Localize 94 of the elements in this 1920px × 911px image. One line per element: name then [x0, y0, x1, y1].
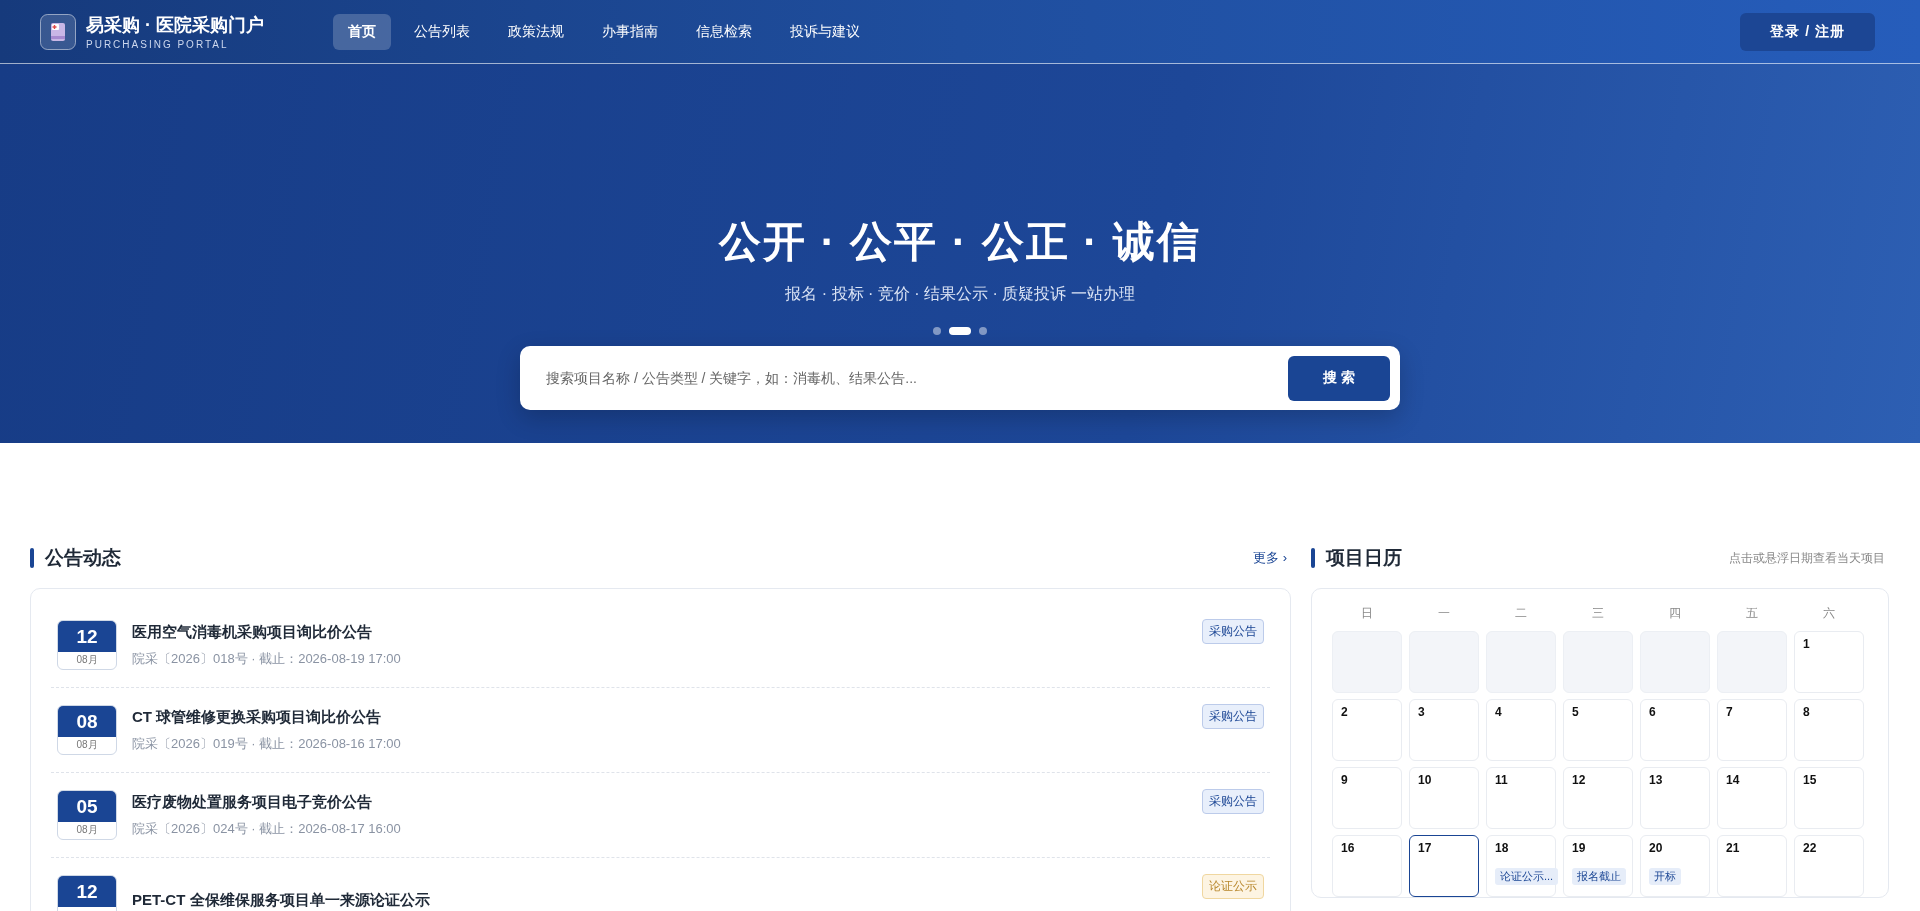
day-number: 12 [1572, 773, 1586, 787]
category-tag: 论证公示 [1202, 874, 1264, 899]
announcement-title[interactable]: CT 球管维修更换采购项目询比价公告 [132, 707, 1187, 727]
day-number: 22 [1803, 841, 1817, 855]
category-tag: 采购公告 [1202, 704, 1264, 729]
weekday-label: 一 [1437, 605, 1451, 622]
day-number: 4 [1495, 705, 1502, 719]
weekday-label: 二 [1514, 605, 1528, 622]
announcement-meta: 院采〔2026〕024号 · 截止：2026-08-17 16:00 [132, 819, 402, 838]
date-month: 08月 [75, 653, 99, 667]
calendar-day[interactable]: 15 [1794, 767, 1864, 829]
category-tag: 采购公告 [1202, 789, 1264, 814]
calendar-day[interactable]: 17 [1409, 835, 1479, 897]
calendar-day[interactable]: 22 [1794, 835, 1864, 897]
day-number: 11 [1495, 773, 1508, 787]
calendar-day[interactable]: 16 [1332, 835, 1402, 897]
date-month: 08月 [75, 738, 99, 752]
calendar-day[interactable]: 7 [1717, 699, 1787, 761]
slide-indicator[interactable] [979, 327, 987, 335]
announcement-title[interactable]: 医用空气消毒机采购项目询比价公告 [132, 622, 1187, 642]
announcement-meta: 院采〔2026〕018号 · 截止：2026-08-19 17:00 [132, 649, 402, 668]
day-number: 21 [1726, 841, 1740, 855]
day-number: 20 [1649, 841, 1663, 855]
brand-subtitle: PURCHASING PORTAL [86, 39, 230, 50]
nav-tab[interactable]: 办事指南 [587, 13, 673, 50]
calendar-day[interactable]: 1 [1794, 631, 1864, 693]
date-day: 12 [58, 621, 116, 652]
day-number: 17 [1418, 841, 1432, 855]
event-chip[interactable]: 报名截止 [1572, 868, 1626, 885]
announcement-title[interactable]: 医疗废物处置服务项目电子竞价公告 [132, 792, 1187, 812]
calendar-day[interactable]: 2 [1332, 699, 1402, 761]
calendar-day[interactable]: 14 [1717, 767, 1787, 829]
logo-icon [40, 13, 76, 50]
category-tag: 采购公告 [1202, 619, 1264, 644]
slide-indicator[interactable] [949, 327, 971, 335]
day-number: 1 [1803, 637, 1810, 651]
calendar-day[interactable]: 8 [1794, 699, 1864, 761]
section-marker [30, 548, 34, 568]
calendar-day[interactable]: 10 [1409, 767, 1479, 829]
calendar-day[interactable]: 5 [1563, 699, 1633, 761]
section-marker [1311, 548, 1315, 568]
weekday-label: 三 [1591, 605, 1605, 622]
section-title: 项目日历 [1326, 546, 1402, 570]
weekday-label: 六 [1822, 605, 1836, 622]
date-day: 05 [58, 791, 116, 822]
weekday-label: 日 [1360, 605, 1374, 622]
day-number: 18 [1495, 841, 1509, 855]
calendar-day[interactable]: 6 [1640, 699, 1710, 761]
date-day: 08 [58, 706, 116, 737]
calendar-day[interactable]: 9 [1332, 767, 1402, 829]
day-number: 14 [1726, 773, 1740, 787]
day-number: 6 [1649, 705, 1656, 719]
day-number: 3 [1418, 705, 1425, 719]
event-chip[interactable]: 论证公示... [1495, 868, 1559, 885]
calendar-hint: 点击或悬浮日期查看当天项目 [1729, 549, 1885, 567]
calendar-day[interactable]: 12 [1563, 767, 1633, 829]
day-number: 16 [1341, 841, 1355, 855]
calendar-day[interactable]: 4 [1486, 699, 1556, 761]
date-month: 08月 [75, 823, 99, 837]
section-title: 公告动态 [45, 546, 121, 570]
day-number: 15 [1803, 773, 1817, 787]
calendar-day[interactable]: 20 开标 [1640, 835, 1710, 897]
event-chip[interactable]: 开标 [1649, 868, 1681, 885]
calendar-day[interactable]: 19 报名截止 [1563, 835, 1633, 897]
day-number: 7 [1726, 705, 1733, 719]
day-number: 8 [1803, 705, 1810, 719]
search-button[interactable]: 搜 索 [1288, 355, 1390, 401]
calendar-day[interactable]: 3 [1409, 699, 1479, 761]
day-number: 9 [1341, 773, 1348, 787]
day-number: 19 [1572, 841, 1586, 855]
nav-tab[interactable]: 政策法规 [493, 13, 579, 50]
announcement-title[interactable]: PET-CT 全保维保服务项目单一来源论证公示 [132, 890, 1187, 910]
nav-tab[interactable]: 首页 [333, 13, 391, 50]
login-button[interactable]: 登录 / 注册 [1740, 12, 1875, 51]
calendar-day[interactable]: 11 [1486, 767, 1556, 829]
nav-tab[interactable]: 信息检索 [681, 13, 767, 50]
hero-subtitle: 报名 · 投标 · 竞价 · 结果公示 · 质疑投诉 一站办理 [785, 284, 1135, 304]
calendar-day[interactable]: 13 [1640, 767, 1710, 829]
day-number: 10 [1418, 773, 1432, 787]
hero-title: 公开 · 公平 · 公正 · 诚信 [719, 217, 1201, 267]
announcement-meta: 院采〔2026〕019号 · 截止：2026-08-16 17:00 [132, 734, 402, 753]
calendar-day[interactable]: 21 [1717, 835, 1787, 897]
calendar-day[interactable]: 18 论证公示... [1486, 835, 1556, 897]
date-day: 12 [58, 876, 116, 907]
day-number: 2 [1341, 705, 1348, 719]
weekday-label: 四 [1668, 605, 1682, 622]
nav-tab[interactable]: 公告列表 [399, 13, 485, 50]
slide-indicator[interactable] [933, 327, 941, 335]
nav-tab[interactable]: 投诉与建议 [775, 13, 875, 50]
more-link[interactable]: 更多 › [1253, 549, 1287, 567]
day-number: 13 [1649, 773, 1663, 787]
day-number: 5 [1572, 705, 1579, 719]
brand-title: 易采购 · 医院采购门户 [86, 14, 264, 37]
weekday-label: 五 [1745, 605, 1759, 622]
